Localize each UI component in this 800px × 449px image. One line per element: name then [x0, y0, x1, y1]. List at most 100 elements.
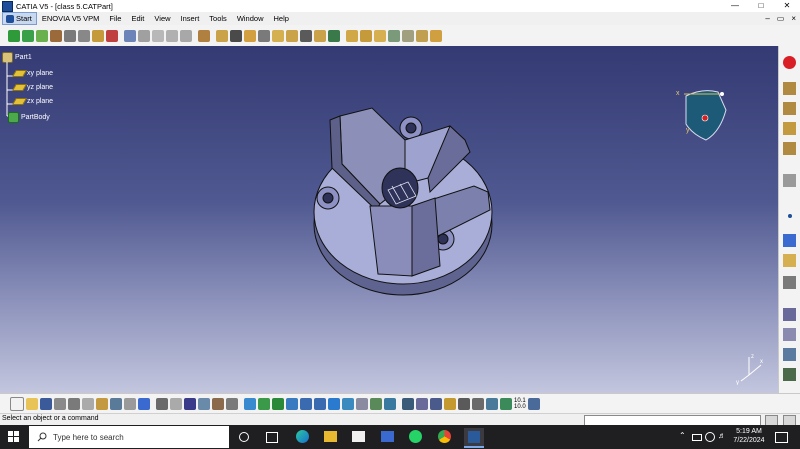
point-dot-icon[interactable] [788, 214, 792, 218]
part-design-workbench-icon[interactable] [783, 82, 796, 95]
remove-face-icon[interactable] [430, 29, 442, 42]
slot-icon[interactable] [300, 29, 312, 42]
menu-insert[interactable]: Insert [176, 12, 205, 25]
isometric-view-icon[interactable] [342, 398, 354, 410]
pad-icon[interactable] [216, 29, 228, 42]
redo-icon[interactable] [124, 398, 136, 410]
pattern-icon[interactable] [783, 122, 796, 135]
auto-constraint-icon[interactable] [180, 29, 192, 42]
formula-fx-icon[interactable] [156, 398, 168, 410]
undo-icon[interactable] [110, 398, 122, 410]
battery-icon[interactable] [692, 434, 702, 441]
menu-window[interactable]: Window [232, 12, 269, 25]
tree-node-yz-plane[interactable]: yz plane [11, 84, 53, 91]
manipulate-icon[interactable] [92, 29, 104, 42]
catia-taskbar-button[interactable] [464, 428, 484, 448]
maximize-button[interactable]: □ [748, 0, 774, 12]
formula-icon[interactable] [198, 29, 210, 42]
zoom-out-icon[interactable] [314, 398, 326, 410]
rotate-icon[interactable] [36, 29, 48, 42]
axis-system-icon[interactable] [402, 398, 414, 410]
pan-view-icon[interactable] [272, 398, 284, 410]
tray-chevron-icon[interactable]: ⌃ [679, 431, 686, 440]
apply-material-icon[interactable] [783, 368, 796, 381]
plane-icon[interactable] [783, 254, 796, 267]
measure-icon[interactable] [64, 29, 76, 42]
multi-sections-icon[interactable] [328, 29, 340, 42]
network-icon[interactable] [705, 432, 715, 442]
mirror-icon[interactable] [783, 142, 796, 155]
fit-all-icon[interactable] [258, 398, 270, 410]
groove-icon[interactable] [258, 29, 270, 42]
rec-icon[interactable] [783, 308, 796, 321]
tree-node-partbody[interactable]: PartBody [8, 112, 50, 123]
edge-fillet-icon[interactable] [346, 29, 358, 42]
whats-this-icon[interactable] [138, 398, 150, 410]
comment-icon[interactable] [170, 398, 182, 410]
move-icon[interactable] [8, 29, 20, 42]
hide-show-icon[interactable] [370, 398, 382, 410]
windows-start-icon[interactable] [8, 431, 20, 443]
rib-icon[interactable] [286, 29, 298, 42]
lens-icon[interactable] [527, 398, 540, 410]
magnifier-icon[interactable] [458, 398, 470, 410]
mail-icon[interactable] [381, 431, 394, 442]
catalog-icon[interactable] [226, 398, 238, 410]
pan-icon[interactable] [22, 29, 34, 42]
tree-node-xy-plane[interactable]: xy plane [11, 70, 53, 77]
store-icon[interactable] [352, 431, 365, 442]
sketch-icon[interactable] [138, 29, 150, 42]
mass-properties-icon[interactable] [444, 398, 456, 410]
thread-icon[interactable] [416, 29, 428, 42]
analysis-icon[interactable] [783, 276, 796, 289]
zoom-in-icon[interactable] [300, 398, 312, 410]
task-view-icon[interactable] [266, 432, 278, 443]
reactions-icon[interactable] [212, 398, 224, 410]
table-icon[interactable] [184, 398, 196, 410]
point-icon[interactable] [783, 174, 796, 187]
axis-icon[interactable] [78, 29, 90, 42]
tools-icon[interactable] [783, 348, 796, 361]
doc-restore-button[interactable]: ▭ [777, 12, 785, 25]
minimize-button[interactable]: — [722, 0, 748, 12]
material-icon[interactable] [472, 398, 484, 410]
measure-item-icon[interactable] [430, 398, 442, 410]
volume-icon[interactable]: ♬ [718, 431, 726, 440]
exit-workbench-icon[interactable] [783, 56, 796, 69]
open-icon[interactable] [26, 398, 38, 410]
pocket-icon[interactable] [230, 29, 242, 42]
new-icon[interactable] [10, 397, 24, 411]
paste-icon[interactable] [96, 398, 108, 410]
doc-minimize-button[interactable]: – [765, 12, 769, 25]
rotate-view-icon[interactable] [286, 398, 298, 410]
copy-icon[interactable] [82, 398, 94, 410]
system-clock[interactable]: 5:19 AM 7/22/2024 [731, 427, 767, 445]
print-icon[interactable] [54, 398, 66, 410]
snap-icon[interactable] [106, 29, 118, 42]
menu-view[interactable]: View [149, 12, 175, 25]
positioned-sketch-icon[interactable] [152, 29, 164, 42]
shading-icon[interactable] [356, 398, 368, 410]
line-icon[interactable] [783, 234, 796, 247]
probe-icon[interactable] [50, 29, 62, 42]
walk-icon[interactable] [486, 398, 498, 410]
measure-between-icon[interactable] [416, 398, 428, 410]
macro-icon[interactable] [783, 328, 796, 341]
file-explorer-icon[interactable] [324, 431, 337, 442]
hole-icon[interactable] [272, 29, 284, 42]
shaft-icon[interactable] [244, 29, 256, 42]
stiffener-icon[interactable] [314, 29, 326, 42]
tree-node-zx-plane[interactable]: zx plane [11, 98, 53, 105]
shell-icon[interactable] [388, 29, 400, 42]
constraint-icon[interactable] [166, 29, 178, 42]
sketcher-icon[interactable] [124, 29, 136, 42]
menu-start[interactable]: Start [2, 12, 37, 25]
swap-space-icon[interactable] [384, 398, 396, 410]
part-model[interactable] [300, 106, 510, 306]
fly-mode-icon[interactable] [244, 398, 256, 410]
save-icon[interactable] [40, 398, 52, 410]
thickness-icon[interactable] [402, 29, 414, 42]
cut-icon[interactable] [68, 398, 80, 410]
whatsapp-icon[interactable] [409, 430, 422, 443]
taskbar-search[interactable]: Type here to search [29, 426, 229, 448]
